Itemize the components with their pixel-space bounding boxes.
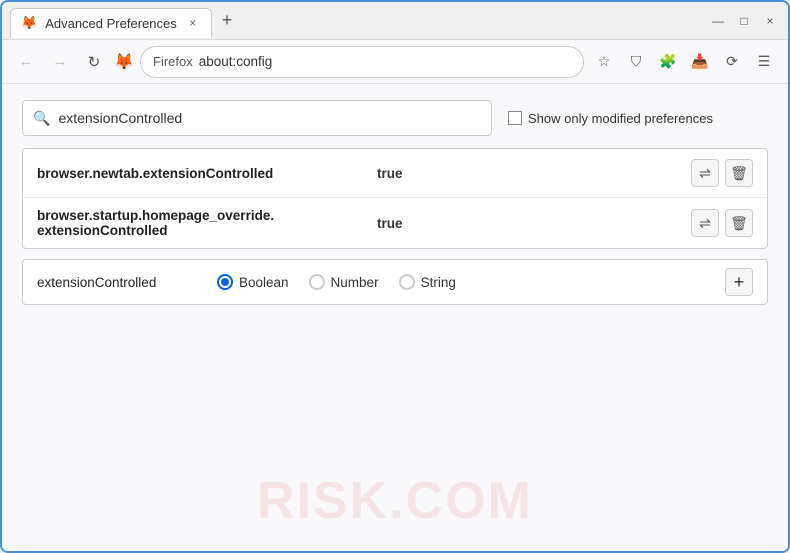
number-radio[interactable]: Number — [309, 274, 379, 290]
add-pref-button[interactable]: + — [725, 268, 753, 296]
swap-button-1[interactable]: ⇌ — [691, 159, 719, 187]
title-bar: 🦊 Advanced Preferences × + — □ × — [2, 2, 788, 40]
delete-button-2[interactable]: 🗑 — [725, 209, 753, 237]
string-label: String — [421, 275, 456, 290]
content-area: RISK.COM 🔍 Show only modified preference… — [2, 84, 788, 551]
nav-icons-right: ☆ ⛉ 🧩 📥 ⟳ ☰ — [590, 48, 778, 76]
navigation-bar: ← → ↻ 🦊 Firefox about:config ☆ ⛉ 🧩 📥 ⟳ ☰ — [2, 40, 788, 84]
search-box[interactable]: 🔍 — [22, 100, 492, 136]
shield-button[interactable]: ⛉ — [622, 48, 650, 76]
browser-window: 🦊 Advanced Preferences × + — □ × ← → ↻ 🦊… — [0, 0, 790, 553]
pref-name-1: browser.newtab.extensionControlled — [37, 166, 377, 181]
row-actions-2: ⇌ 🗑 — [691, 209, 753, 237]
pref-name-2-line2: extensionControlled — [37, 223, 168, 238]
string-radio-circle — [399, 274, 415, 290]
show-modified-option[interactable]: Show only modified preferences — [508, 111, 713, 126]
type-radio-group: Boolean Number String — [217, 274, 456, 290]
pref-name-2: browser.startup.homepage_override. exten… — [37, 208, 377, 238]
pref-name-2-line1: browser.startup.homepage_override. — [37, 208, 274, 223]
firefox-tab-icon: 🦊 — [21, 15, 37, 31]
boolean-radio-circle — [217, 274, 233, 290]
bookmark-button[interactable]: ☆ — [590, 48, 618, 76]
firefox-logo-icon: 🦊 — [114, 52, 134, 72]
menu-button[interactable]: ☰ — [750, 48, 778, 76]
sync-button[interactable]: ⟳ — [718, 48, 746, 76]
show-modified-label: Show only modified preferences — [528, 111, 713, 126]
pref-value-2: true — [377, 216, 691, 231]
new-pref-name: extensionControlled — [37, 275, 197, 290]
address-text: about:config — [199, 54, 273, 69]
table-row: browser.newtab.extensionControlled true … — [23, 149, 767, 198]
new-tab-button[interactable]: + — [216, 8, 239, 33]
extension-button[interactable]: 🧩 — [654, 48, 682, 76]
watermark: RISK.COM — [257, 471, 533, 531]
pref-value-1: true — [377, 166, 691, 181]
site-name-label: Firefox — [153, 54, 193, 69]
string-radio[interactable]: String — [399, 274, 456, 290]
download-button[interactable]: 📥 — [686, 48, 714, 76]
maximize-button[interactable]: □ — [734, 11, 754, 31]
delete-button-1[interactable]: 🗑 — [725, 159, 753, 187]
browser-tab[interactable]: 🦊 Advanced Preferences × — [10, 8, 212, 38]
boolean-radio[interactable]: Boolean — [217, 274, 289, 290]
close-button[interactable]: × — [760, 11, 780, 31]
window-controls: — □ × — [708, 11, 780, 31]
reload-button[interactable]: ↻ — [80, 48, 108, 76]
number-radio-circle — [309, 274, 325, 290]
tab-close-button[interactable]: × — [185, 15, 201, 31]
minimize-button[interactable]: — — [708, 11, 728, 31]
show-modified-checkbox[interactable] — [508, 111, 522, 125]
forward-button[interactable]: → — [46, 48, 74, 76]
swap-button-2[interactable]: ⇌ — [691, 209, 719, 237]
address-bar[interactable]: Firefox about:config — [140, 46, 584, 78]
add-preference-row: extensionControlled Boolean Number Strin… — [22, 259, 768, 305]
results-table: browser.newtab.extensionControlled true … — [22, 148, 768, 249]
row-actions-1: ⇌ 🗑 — [691, 159, 753, 187]
search-input[interactable] — [58, 110, 481, 126]
boolean-label: Boolean — [239, 275, 289, 290]
table-row: browser.startup.homepage_override. exten… — [23, 198, 767, 248]
search-row: 🔍 Show only modified preferences — [22, 100, 768, 136]
tab-title: Advanced Preferences — [45, 16, 177, 31]
back-button[interactable]: ← — [12, 48, 40, 76]
number-label: Number — [331, 275, 379, 290]
search-icon: 🔍 — [33, 110, 50, 127]
